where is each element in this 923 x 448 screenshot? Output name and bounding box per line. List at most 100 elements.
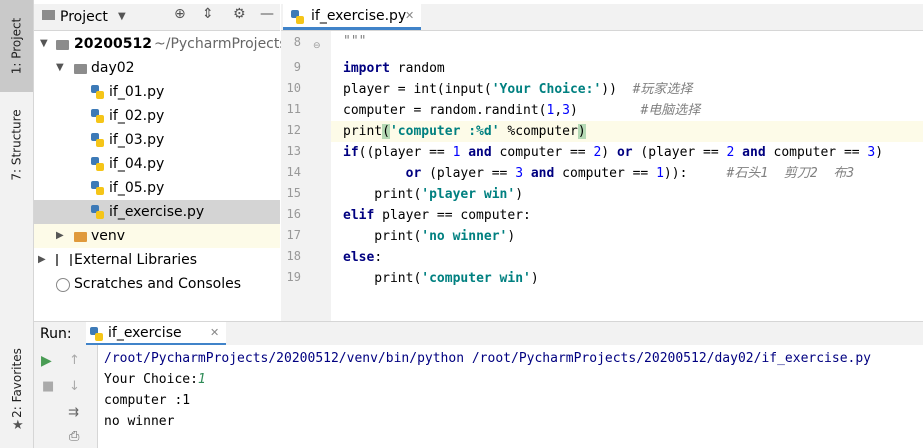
print-icon[interactable]: ⎙ (69, 429, 79, 444)
tree-libraries-name: External Libraries (74, 252, 197, 268)
code-line: or (player == 3 and computer == 1)): #石头… (405, 166, 855, 181)
chevron-right-icon[interactable]: ▶ (38, 248, 46, 272)
line-number: 19 (286, 270, 301, 284)
tree-folder-row[interactable]: ▼ day02 (34, 56, 280, 80)
tree-file-name: if_exercise.py (109, 204, 205, 220)
editor-tab[interactable]: if_exercise.py ✕ (283, 4, 421, 30)
console-output[interactable]: /root/PycharmProjects/20200512/venv/bin/… (98, 345, 923, 448)
close-icon[interactable]: ✕ (210, 326, 219, 339)
run-toolbar: ▶ ■ ↑ ↓ ⇉ ⎙ (34, 345, 98, 448)
tree-scratches-row[interactable]: Scratches and Consoles (34, 272, 280, 296)
gear-icon[interactable]: ⚙ (233, 6, 246, 22)
tree-file-row[interactable]: if_03.py (34, 128, 280, 152)
code-line: print('player win') (343, 187, 524, 202)
tree-file-row[interactable]: if_04.py (34, 152, 280, 176)
run-tab-label: if_exercise (108, 325, 182, 341)
console-output-line: no winner (104, 414, 175, 429)
tree-venv-name: venv (91, 228, 126, 244)
run-label: Run: (40, 326, 72, 342)
code-line: elif player == computer: (343, 208, 531, 223)
arrow-up-icon[interactable]: ↑ (69, 353, 80, 368)
code-line: computer = random.randint(1,3) #电脑选择 (343, 103, 701, 118)
scratch-icon (56, 278, 70, 292)
chevron-down-icon[interactable]: ▼ (40, 32, 48, 56)
tree-file-name: if_02.py (109, 108, 165, 124)
tree-file-row[interactable]: if_01.py (34, 80, 280, 104)
code-line: import random (343, 61, 445, 76)
folder-icon (74, 64, 87, 74)
tool-tab-favorites-label: 2: Favorites (9, 348, 24, 418)
line-number: 10 (286, 81, 301, 95)
play-icon[interactable]: ▶ (41, 353, 52, 369)
code-line: """ (343, 34, 367, 49)
python-file-icon (91, 205, 104, 219)
soft-wrap-icon[interactable]: ⇉ (68, 405, 79, 420)
line-number: 14 (286, 165, 301, 179)
line-number: 11 (286, 102, 301, 116)
project-panel-header: Project ▼ ⊕ ⇕ ⚙ — (34, 4, 280, 31)
left-tool-strip: 1: Project 7: Structure 2: Favorites ★ (0, 0, 34, 448)
chevron-down-icon[interactable]: ▼ (118, 11, 126, 22)
console-output-line: computer :1 (104, 393, 191, 408)
tree-file-name: if_03.py (109, 132, 165, 148)
editor-tab-bar: if_exercise.py ✕ (281, 4, 923, 31)
project-panel-title[interactable]: Project (60, 9, 108, 25)
python-file-icon (91, 157, 104, 171)
code-line: print('no winner') (343, 229, 516, 244)
tree-file-row[interactable]: if_05.py (34, 176, 280, 200)
editor-gutter: 8 9 10 11 12 13 14 15 16 17 18 19 ⊖ (281, 31, 331, 321)
chevron-right-icon[interactable]: ▶ (56, 224, 64, 248)
tree-file-name: if_04.py (109, 156, 165, 172)
code-line: print('computer win') (343, 271, 539, 286)
line-number: 8 (293, 35, 301, 49)
close-icon[interactable]: ✕ (405, 9, 414, 22)
arrow-down-icon[interactable]: ↓ (69, 379, 80, 394)
folder-icon (56, 40, 69, 50)
tree-root-name: 20200512 (74, 36, 152, 52)
folder-icon (74, 232, 87, 242)
tool-tab-structure[interactable]: 7: Structure (0, 100, 33, 190)
tree-file-row-selected[interactable]: if_exercise.py (34, 200, 280, 224)
line-number: 9 (293, 60, 301, 74)
run-panel-header: Run: if_exercise ✕ (34, 321, 923, 346)
line-number: 13 (286, 144, 301, 158)
locate-icon[interactable]: ⊕ (174, 6, 186, 22)
code-line: else: (343, 250, 383, 265)
line-number: 15 (286, 186, 301, 200)
tree-libraries-row[interactable]: ▶ External Libraries (34, 248, 280, 272)
code-line: if((player == 1 and computer == 2) or (p… (343, 145, 884, 160)
line-number: 17 (286, 228, 301, 242)
minimize-icon[interactable]: — (260, 6, 274, 22)
star-icon[interactable]: ★ (12, 418, 24, 433)
tree-file-name: if_01.py (109, 84, 165, 100)
code-line: player = int(input('Your Choice:')) #玩家选… (343, 82, 693, 97)
library-icon (56, 254, 72, 266)
stop-icon[interactable]: ■ (42, 379, 54, 394)
python-file-icon (91, 181, 104, 195)
tree-root-path: ~/PycharmProjects/2 (154, 36, 301, 52)
console-command-line: /root/PycharmProjects/20200512/venv/bin/… (104, 351, 872, 366)
run-tab[interactable]: if_exercise ✕ (86, 322, 226, 346)
editor-tab-label: if_exercise.py (311, 8, 407, 24)
tree-scratches-name: Scratches and Consoles (74, 276, 241, 292)
python-file-icon (91, 109, 104, 123)
tool-tab-project[interactable]: 1: Project (0, 0, 33, 92)
fold-marker-icon[interactable]: ⊖ (313, 41, 321, 51)
python-file-icon (91, 133, 104, 147)
folder-icon (42, 10, 55, 20)
tool-tab-structure-label: 7: Structure (9, 109, 24, 181)
chevron-down-icon[interactable]: ▼ (56, 56, 64, 80)
tool-tab-favorites[interactable]: 2: Favorites (0, 340, 33, 426)
console-prompt-line: Your Choice:1 (104, 372, 206, 387)
code-line-current: print('computer :%d' %computer) (331, 121, 923, 142)
project-tree: ▼ 20200512 ~/PycharmProjects/2 ▼ day02 i… (34, 31, 300, 321)
tree-file-name: if_05.py (109, 180, 165, 196)
python-file-icon (291, 10, 304, 24)
code-editor[interactable]: """ import random player = int(input('Yo… (331, 31, 923, 321)
line-number: 12 (286, 123, 301, 137)
tree-root-row[interactable]: ▼ 20200512 ~/PycharmProjects/2 (34, 32, 300, 56)
tree-venv-row[interactable]: ▶ venv (34, 224, 280, 248)
collapse-all-icon[interactable]: ⇕ (202, 6, 214, 22)
tree-file-row[interactable]: if_02.py (34, 104, 280, 128)
line-number: 18 (286, 249, 301, 263)
